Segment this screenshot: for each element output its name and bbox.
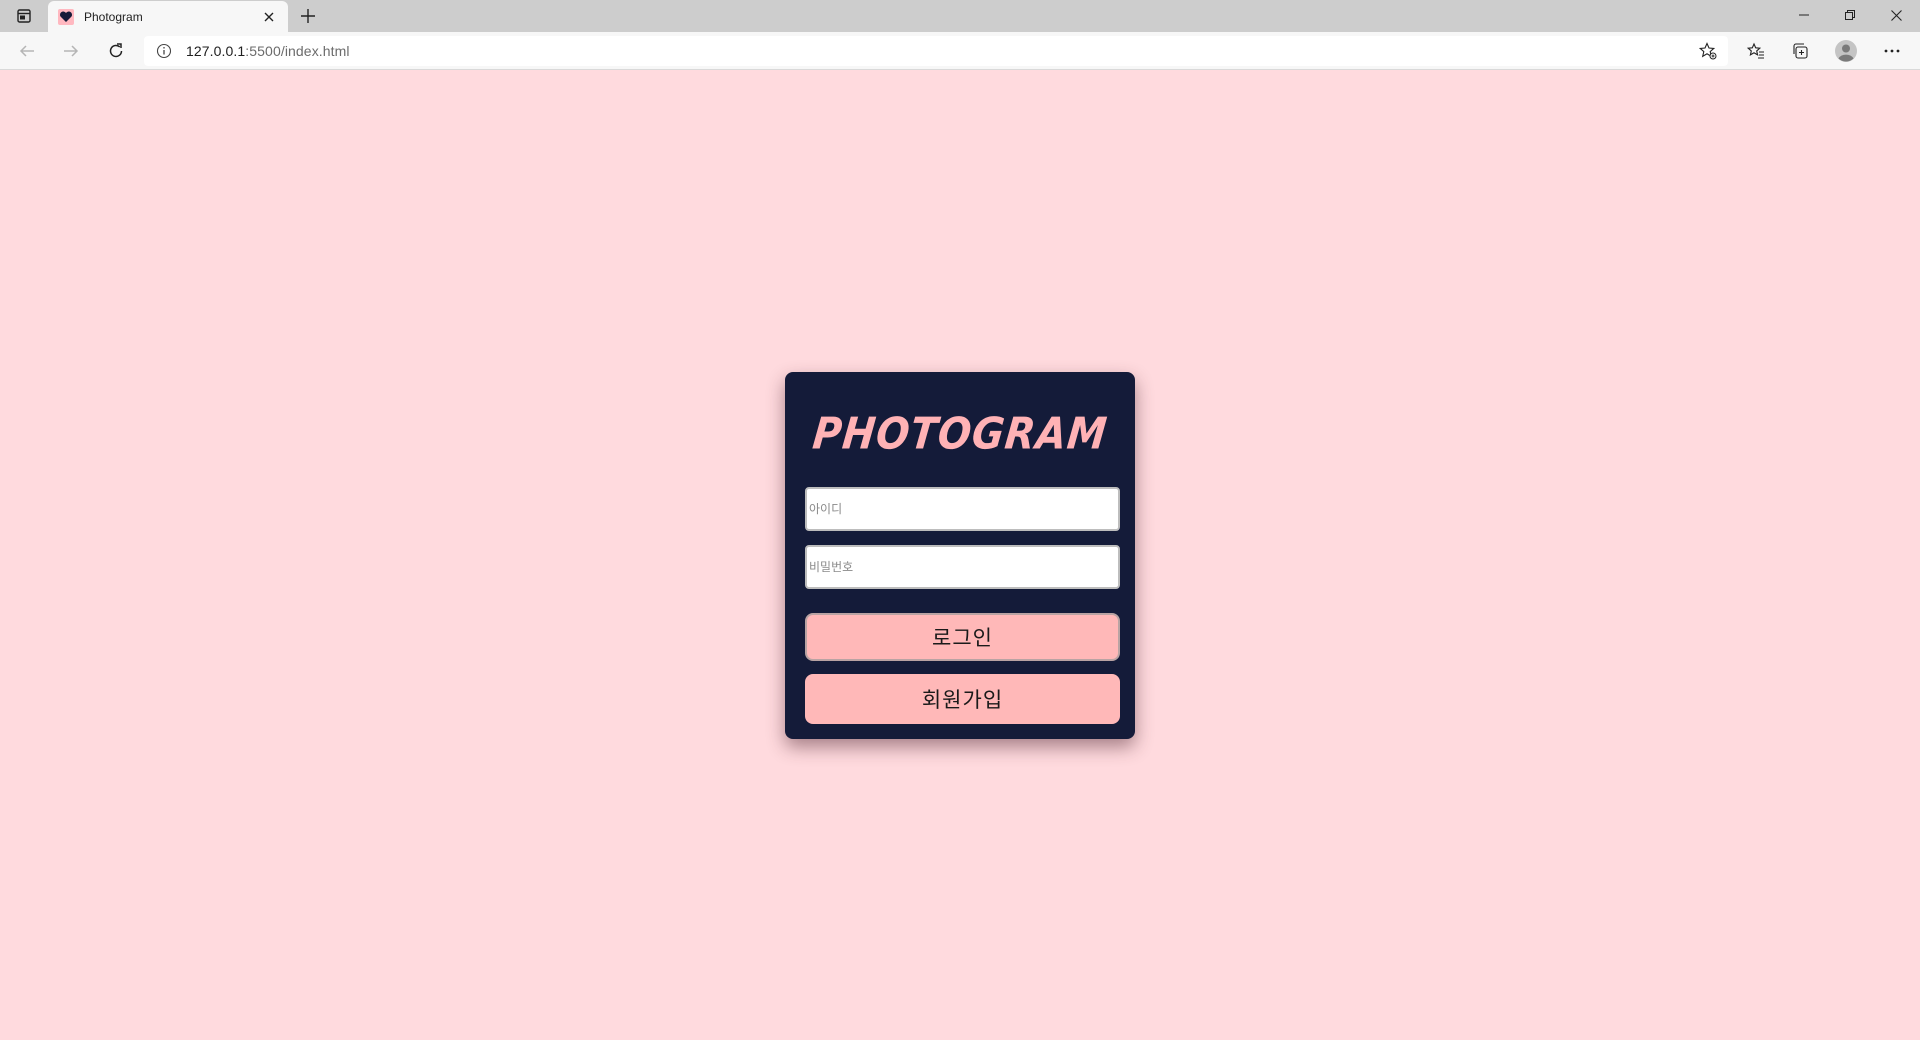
login-card: PHOTOGRAM 로그인 회원가입 <box>785 372 1135 739</box>
browser-tab-active[interactable]: Photogram <box>48 1 288 32</box>
url-host: 127.0.0.1 <box>186 43 246 59</box>
address-bar[interactable]: 127.0.0.1:5500/index.html <box>144 36 1728 66</box>
password-input[interactable] <box>805 545 1120 589</box>
login-button[interactable]: 로그인 <box>805 613 1120 661</box>
back-arrow-icon <box>19 45 34 57</box>
collections-button[interactable] <box>1784 37 1816 65</box>
settings-more-button[interactable] <box>1876 37 1908 65</box>
url-path: :5500/index.html <box>245 43 350 59</box>
forward-button[interactable] <box>56 37 86 65</box>
plus-icon <box>301 9 315 23</box>
signup-button[interactable]: 회원가입 <box>805 674 1120 724</box>
logo: PHOTOGRAM <box>810 406 1110 462</box>
profile-avatar-icon <box>1835 40 1857 62</box>
collections-icon <box>1793 43 1808 59</box>
favorites-button[interactable] <box>1740 37 1772 65</box>
minimize-icon <box>1799 14 1809 16</box>
browser-toolbar: 127.0.0.1:5500/index.html <box>0 32 1920 70</box>
site-info-icon[interactable] <box>156 43 172 59</box>
logo-text: PHOTOGRAM <box>810 408 1110 460</box>
tab-actions-button[interactable] <box>10 4 38 28</box>
restore-button[interactable] <box>1827 0 1873 30</box>
forward-arrow-icon <box>64 45 79 57</box>
favorites-icon <box>1747 42 1764 59</box>
more-dots-icon <box>1884 49 1900 53</box>
new-tab-button[interactable] <box>294 4 322 28</box>
refresh-icon <box>109 43 123 58</box>
refresh-button[interactable] <box>101 37 131 65</box>
profile-button[interactable] <box>1830 37 1862 65</box>
url-text[interactable]: 127.0.0.1:5500/index.html <box>186 43 350 59</box>
tab-actions-icon <box>17 9 31 23</box>
tab-strip: Photogram <box>0 0 1920 32</box>
close-window-button[interactable] <box>1873 0 1919 30</box>
back-button[interactable] <box>12 37 42 65</box>
close-window-icon <box>1890 9 1902 21</box>
minimize-button[interactable] <box>1781 0 1827 30</box>
tab-title: Photogram <box>84 9 143 24</box>
close-tab-icon[interactable] <box>260 8 278 26</box>
heart-icon <box>58 8 74 25</box>
username-input[interactable] <box>805 487 1120 531</box>
restore-icon <box>1845 10 1855 20</box>
add-favorite-icon[interactable] <box>1698 42 1718 60</box>
